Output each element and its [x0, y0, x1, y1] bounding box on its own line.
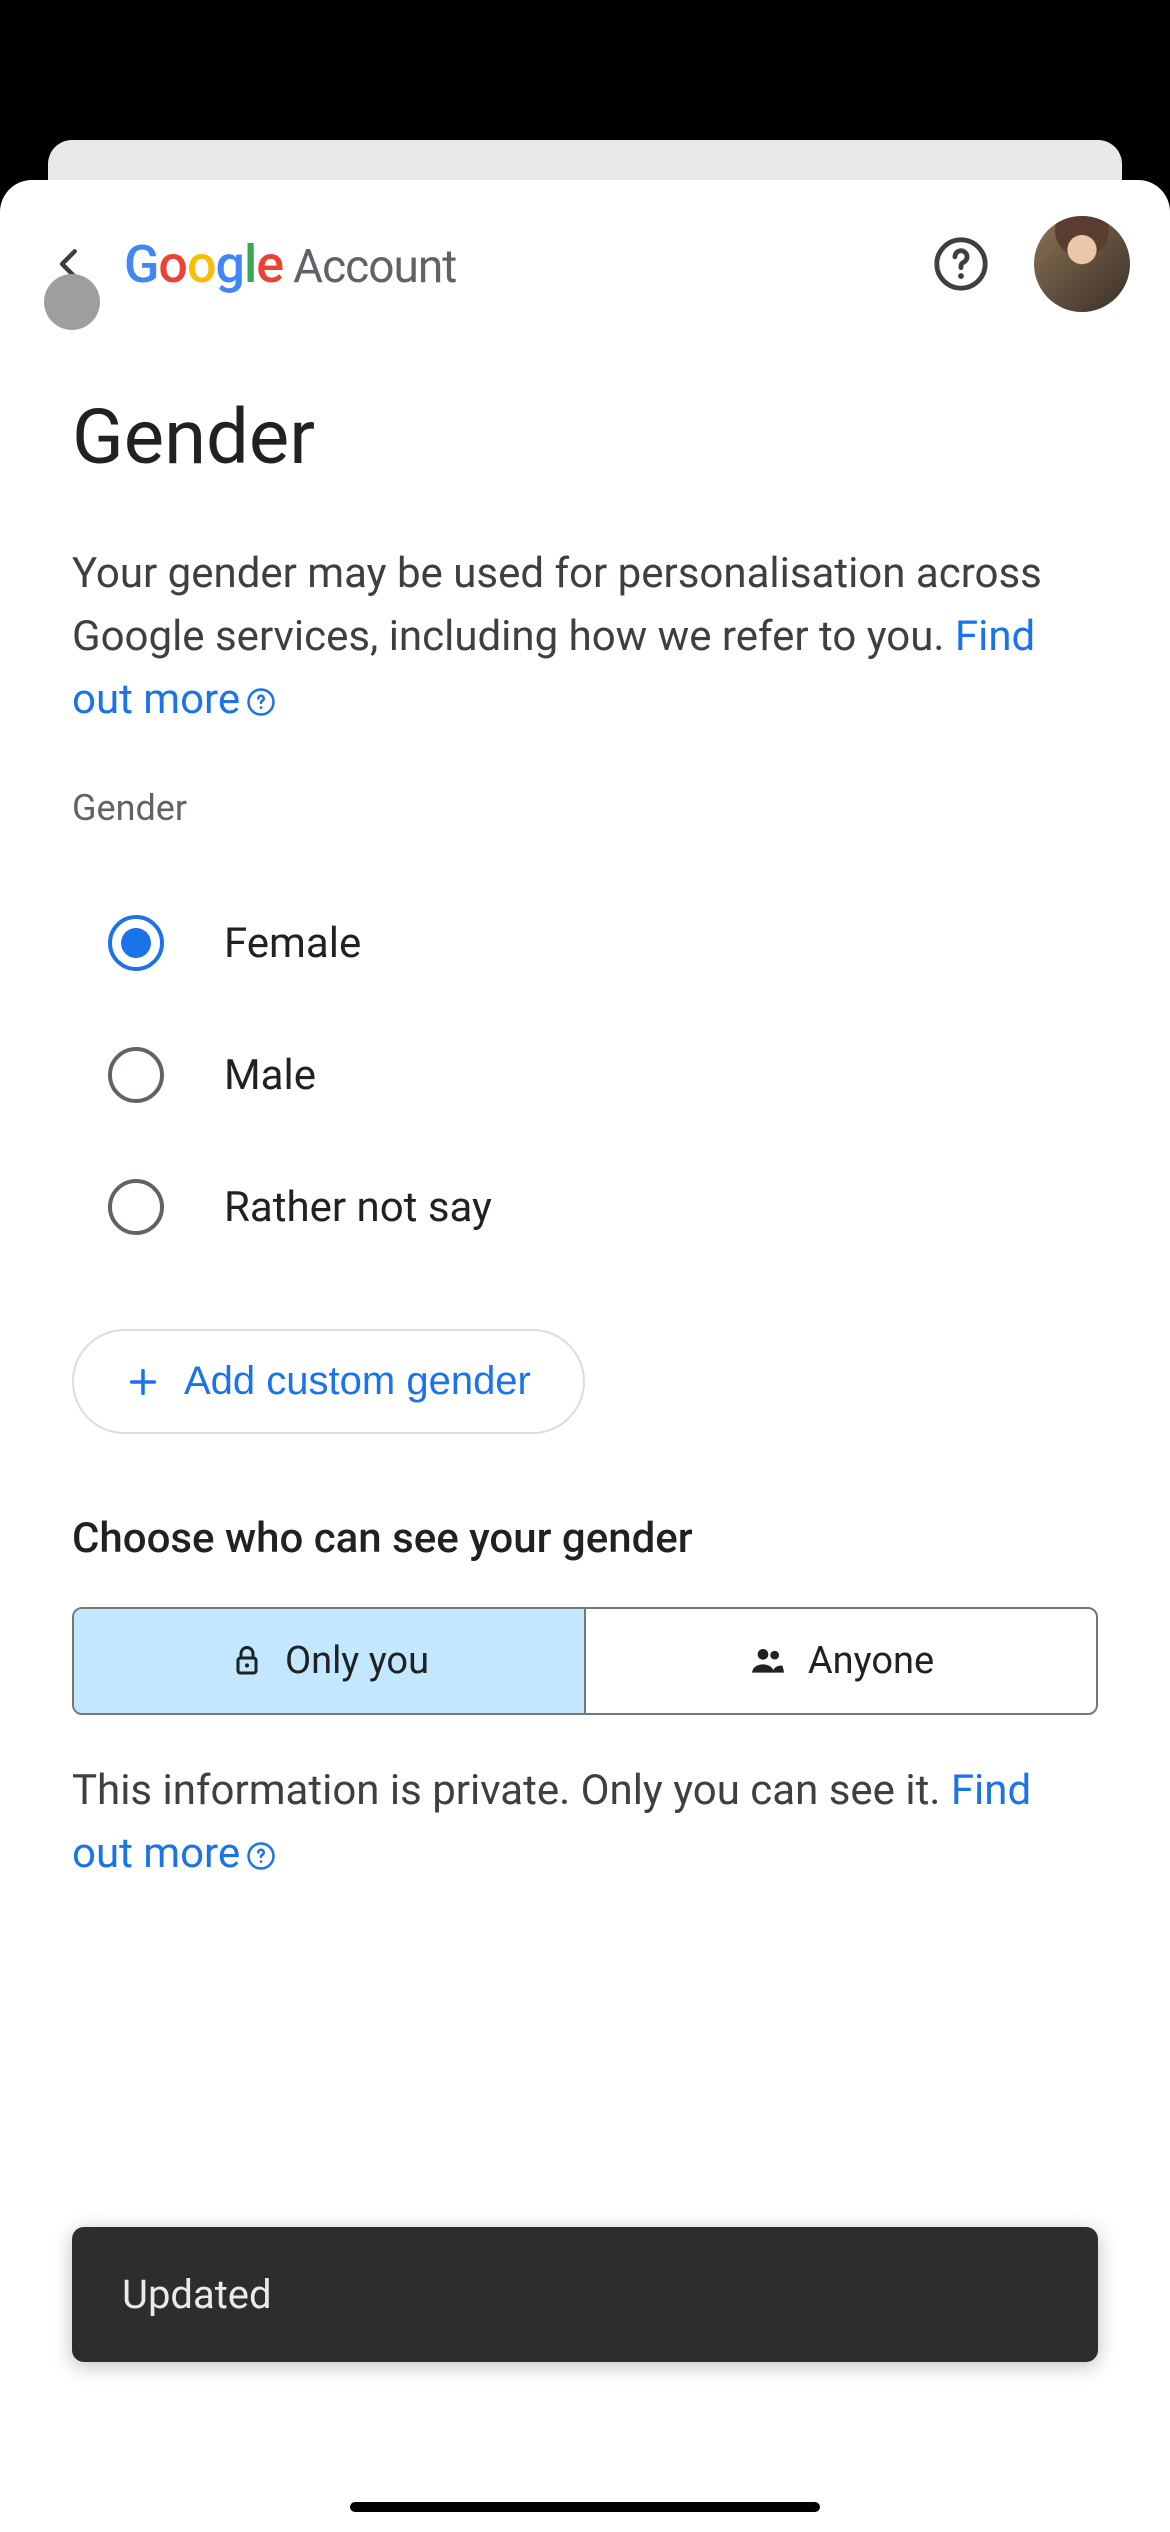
- touch-ripple: [44, 274, 100, 330]
- radio-option-rather-not-say[interactable]: Rather not say: [72, 1141, 1098, 1273]
- main-sheet: Google Account Gender Your gender may be…: [0, 180, 1170, 2532]
- segment-only-you-label: Only you: [285, 1639, 429, 1683]
- radio-icon: [108, 1047, 164, 1103]
- gender-description: Your gender may be used for personalisat…: [72, 542, 1098, 731]
- page-title: Gender: [72, 392, 1098, 482]
- add-custom-gender-button[interactable]: Add custom gender: [72, 1329, 585, 1434]
- status-bar-area: [0, 0, 1170, 140]
- segment-only-you[interactable]: Only you: [74, 1609, 584, 1713]
- help-small-icon: [246, 687, 276, 717]
- radio-label: Rather not say: [224, 1183, 492, 1232]
- radio-option-male[interactable]: Male: [72, 1009, 1098, 1141]
- privacy-description: This information is private. Only you ca…: [72, 1759, 1098, 1885]
- home-indicator[interactable]: [350, 2502, 820, 2512]
- toast-notification: Updated: [72, 2227, 1098, 2362]
- segment-anyone-label: Anyone: [808, 1639, 934, 1683]
- help-icon: [932, 235, 990, 293]
- page-content: Gender Your gender may be used for perso…: [0, 332, 1170, 1945]
- radio-label: Male: [224, 1051, 316, 1100]
- plus-icon: [126, 1365, 160, 1399]
- radio-icon: [108, 1179, 164, 1235]
- account-logo-text: Account: [293, 240, 456, 294]
- toast-message: Updated: [122, 2271, 272, 2318]
- radio-option-female[interactable]: Female: [72, 877, 1098, 1009]
- help-small-icon: [246, 1841, 276, 1871]
- gender-section-label: Gender: [72, 787, 1098, 829]
- segment-anyone[interactable]: Anyone: [586, 1609, 1096, 1713]
- people-icon: [748, 1641, 788, 1681]
- avatar[interactable]: [1034, 216, 1130, 312]
- radio-label: Female: [224, 919, 361, 968]
- background-sheet-peek: [48, 140, 1122, 180]
- privacy-text: This information is private. Only you ca…: [72, 1766, 951, 1815]
- description-text: Your gender may be used for personalisat…: [72, 549, 1042, 661]
- add-custom-gender-label: Add custom gender: [184, 1359, 531, 1404]
- radio-icon: [108, 915, 164, 971]
- google-account-logo: Google Account: [124, 234, 456, 295]
- lock-icon: [229, 1643, 265, 1679]
- app-header: Google Account: [0, 180, 1170, 332]
- visibility-segment-group: Only you Anyone: [72, 1607, 1098, 1715]
- back-button[interactable]: [40, 234, 100, 294]
- gender-radio-group: Female Male Rather not say: [72, 877, 1098, 1273]
- visibility-heading: Choose who can see your gender: [72, 1514, 1098, 1563]
- help-button[interactable]: [932, 235, 990, 293]
